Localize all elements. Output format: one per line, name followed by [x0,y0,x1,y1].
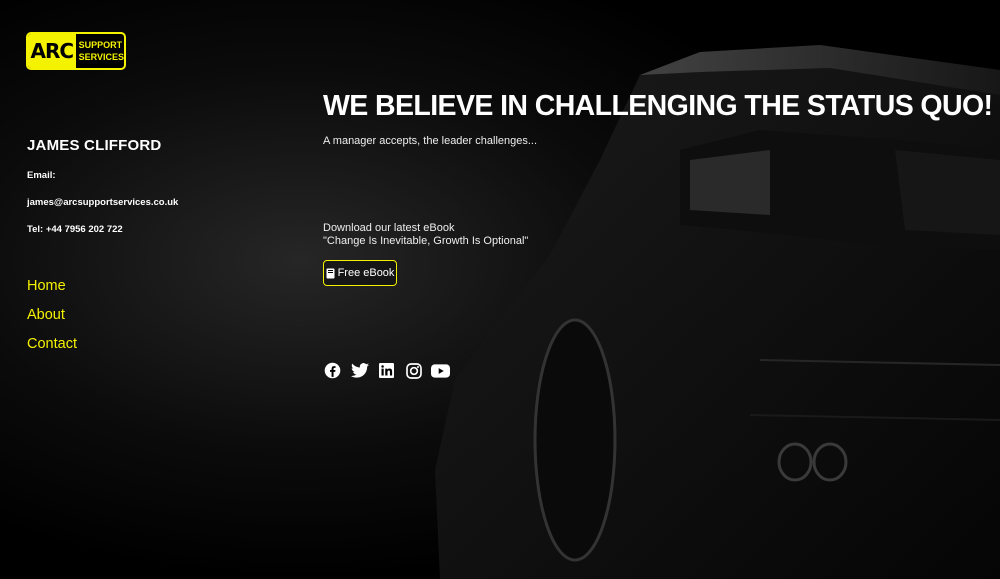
free-ebook-button[interactable]: Free eBook [323,260,397,286]
main-nav: Home About Contact [27,278,77,365]
free-ebook-label: Free eBook [337,267,395,279]
instagram-icon[interactable] [404,361,423,380]
facebook-icon[interactable] [323,361,342,380]
email-link[interactable]: james@arcsupportservices.co.uk [27,197,178,208]
twitter-icon[interactable] [350,361,369,380]
logo-arc-text: ARC [28,34,76,68]
nav-item-contact[interactable]: Contact [27,336,77,365]
email-label: Email: [27,170,56,181]
social-links [323,361,450,380]
logo-line-2: SERVICES [78,52,124,62]
nav-item-home[interactable]: Home [27,278,77,307]
brand-logo[interactable]: ARC SUPPORT SERVICES [26,32,126,70]
contact-name: JAMES CLIFFORD [27,137,162,154]
ebook-promo-title: "Change Is Inevitable, Growth Is Optiona… [323,235,529,247]
youtube-icon[interactable] [431,361,450,380]
hero-headline: WE BELIEVE IN CHALLENGING THE STATUS QUO… [323,90,993,122]
hero-tagline: A manager accepts, the leader challenges… [323,135,538,147]
background-car-image [0,0,1000,579]
logo-subtitle: SUPPORT SERVICES [76,34,124,68]
logo-line-1: SUPPORT [78,40,123,50]
ebook-promo-line-1: Download our latest eBook [323,222,455,234]
book-icon [326,268,335,279]
nav-item-about[interactable]: About [27,307,77,336]
linkedin-icon[interactable] [377,361,396,380]
phone-number[interactable]: Tel: +44 7956 202 722 [27,224,123,235]
